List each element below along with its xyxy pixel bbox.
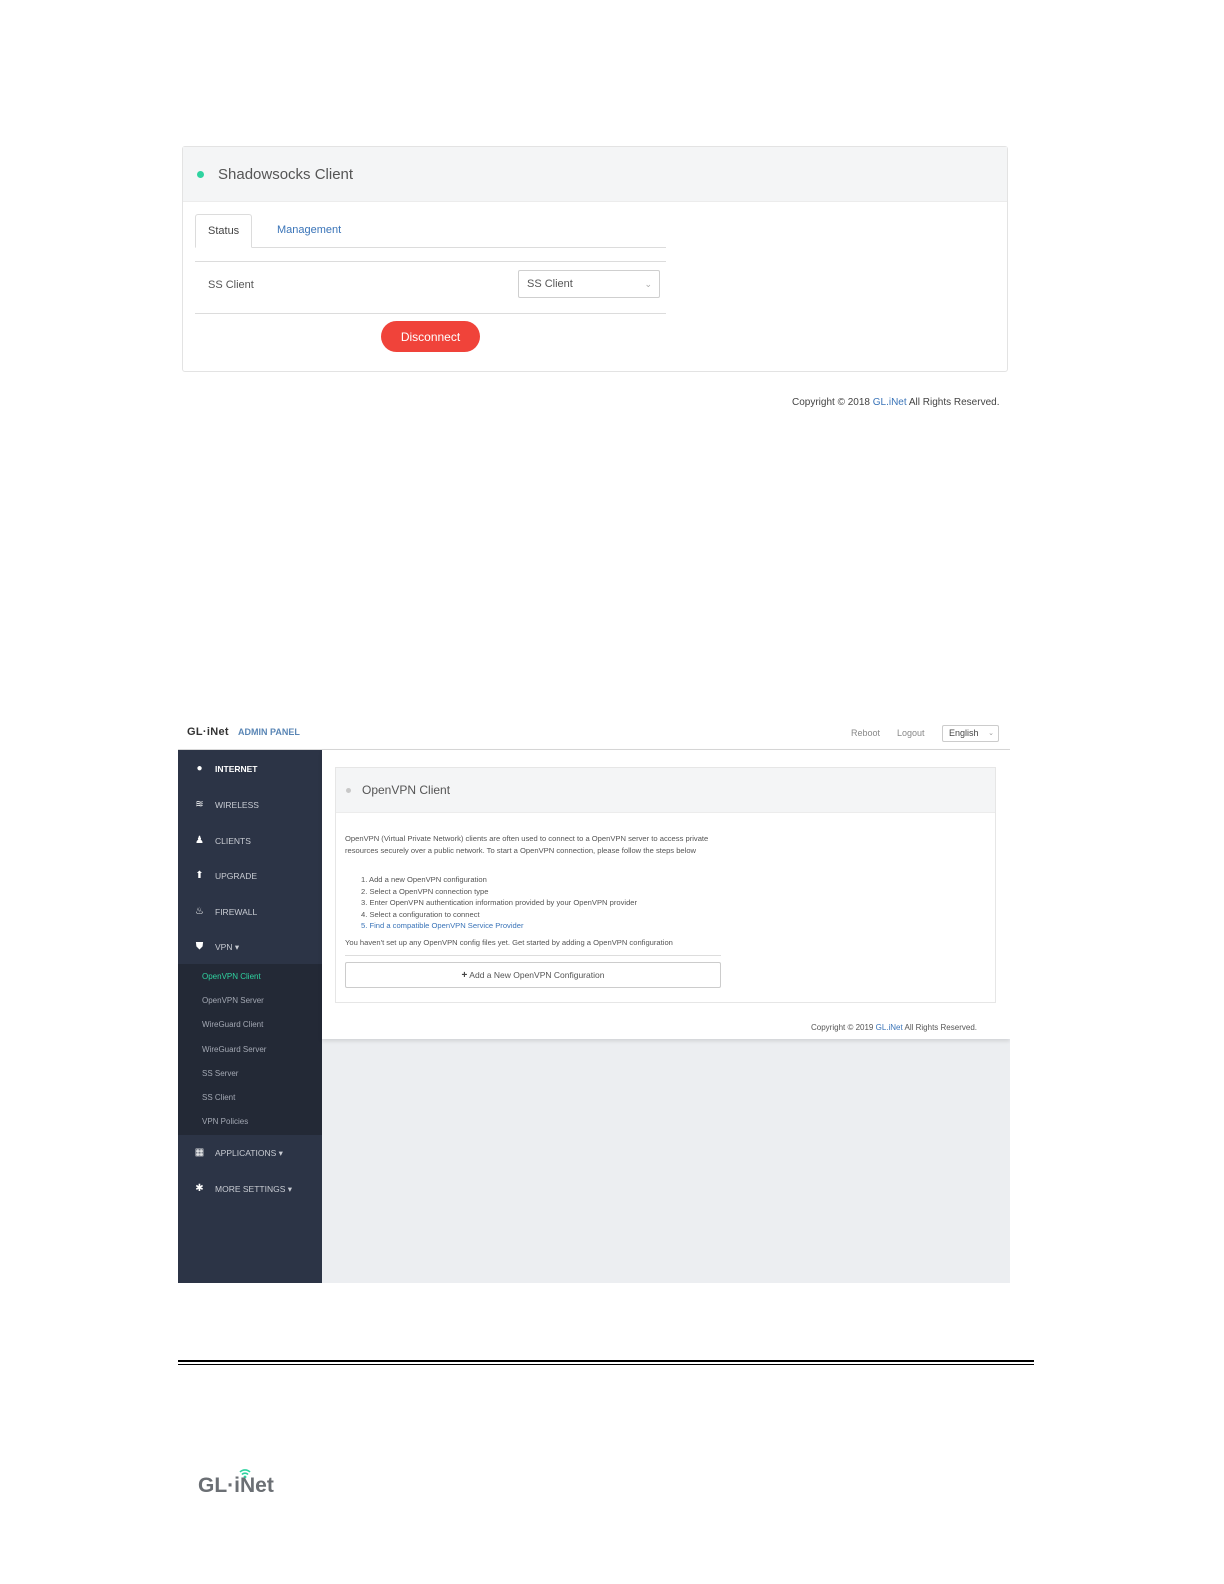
copyright-prefix: Copyright © 2018 [792, 397, 873, 408]
status-dot-icon [197, 170, 204, 178]
step-item: 2. Select a OpenVPN connection type [361, 886, 489, 896]
card-title: Shadowsocks Client [218, 165, 354, 183]
sidebar-item-more-settings[interactable]: ✱ MORE SETTINGS ▾ [178, 1172, 322, 1206]
submenu-vpn-policies[interactable]: VPN Policies [202, 1117, 248, 1126]
submenu-ss-client[interactable]: SS Client [202, 1093, 235, 1102]
disconnect-button[interactable]: Disconnect [381, 321, 480, 352]
ss-client-select[interactable]: SS Client ⌄ [518, 270, 660, 298]
step-item: 1. Add a new OpenVPN configuration [361, 875, 487, 884]
add-button-label: Add a New OpenVPN Configuration [469, 970, 605, 980]
empty-notice: You haven't set up any OpenVPN config fi… [345, 938, 673, 947]
user-icon: ♟ [195, 835, 204, 846]
status-dot-icon [346, 787, 351, 793]
copyright-link[interactable]: GL.iNet [873, 397, 907, 408]
openvpn-client-card: OpenVPN Client OpenVPN (Virtual Private … [335, 767, 996, 1003]
svg-text:GL·iNet: GL·iNet [198, 1474, 274, 1497]
copyright-text: Copyright © 2019 GL.iNet All Rights Rese… [811, 1023, 977, 1032]
reboot-link[interactable]: Reboot [851, 728, 880, 738]
sidebar-item-wireless[interactable]: ≋ WIRELESS [178, 788, 322, 822]
copyright-link[interactable]: GL.iNet [876, 1023, 903, 1032]
card-title: OpenVPN Client [362, 783, 451, 797]
submenu-openvpn-client[interactable]: OpenVPN Client [202, 972, 261, 981]
logout-link[interactable]: Logout [897, 728, 925, 738]
step-item: 4. Select a configuration to connect [361, 909, 480, 919]
sidebar-item-label: UPGRADE [215, 871, 258, 881]
copyright-text: Copyright © 2018 GL.iNet All Rights Rese… [792, 397, 999, 408]
submenu-openvpn-server[interactable]: OpenVPN Server [202, 996, 264, 1005]
submenu-wireguard-client[interactable]: WireGuard Client [202, 1020, 263, 1029]
language-select[interactable]: English ⌄ [942, 725, 999, 742]
card-header: Shadowsocks Client [183, 147, 1007, 202]
submenu-ss-server[interactable]: SS Server [202, 1069, 238, 1078]
shield-icon: ⛊ [195, 941, 204, 952]
sidebar-item-clients[interactable]: ♟ CLIENTS [178, 824, 322, 858]
divider [195, 313, 666, 314]
language-value: English [949, 728, 979, 738]
sidebar-item-applications[interactable]: ▦ APPLICATIONS ▾ [178, 1136, 322, 1170]
sidebar: ● INTERNET ≋ WIRELESS ♟ CLIENTS ⬆ UPGRAD… [178, 750, 322, 1283]
service-provider-link[interactable]: 5. Find a compatible OpenVPN Service Pro… [361, 920, 637, 932]
footer-rule-thin [178, 1364, 1034, 1365]
divider [345, 955, 721, 956]
brand-subtitle: ADMIN PANEL [238, 727, 300, 737]
top-bar: GL·iNet ADMIN PANEL Reboot Logout Englis… [178, 716, 1010, 750]
sidebar-item-label: WIRELESS [215, 800, 259, 810]
grid-icon: ▦ [194, 1147, 205, 1158]
sidebar-item-label: FIREWALL [215, 907, 258, 917]
shadowsocks-client-card: Shadowsocks Client Status Management SS … [182, 146, 1008, 372]
divider [195, 261, 666, 262]
copyright-prefix: Copyright © 2019 [811, 1023, 876, 1032]
tab-bar: Status Management [195, 214, 666, 248]
upgrade-icon: ⬆ [195, 870, 204, 881]
sidebar-item-upgrade[interactable]: ⬆ UPGRADE [178, 859, 322, 893]
sidebar-item-internet[interactable]: ● INTERNET [178, 752, 322, 786]
sidebar-item-label: CLIENTS [215, 836, 251, 846]
select-value: SS Client [527, 278, 573, 290]
submenu-wireguard-server[interactable]: WireGuard Server [202, 1045, 266, 1054]
ss-client-label: SS Client [208, 279, 254, 291]
copyright-suffix: All Rights Reserved. [902, 1023, 977, 1032]
sidebar-item-label: VPN ▾ [215, 942, 240, 952]
add-openvpn-config-button[interactable]: + Add a New OpenVPN Configuration [345, 962, 721, 988]
globe-icon: ● [196, 763, 203, 774]
copyright-suffix: All Rights Reserved. [906, 397, 1000, 408]
footer-rule [178, 1360, 1034, 1362]
wifi-icon: ≋ [195, 799, 204, 810]
sidebar-item-label: APPLICATIONS ▾ [215, 1148, 283, 1158]
content-area: OpenVPN Client OpenVPN (Virtual Private … [322, 750, 1010, 1039]
step-item: 3. Enter OpenVPN authentication informat… [361, 898, 638, 908]
gear-icon: ✱ [195, 1183, 204, 1194]
steps-list: 1. Add a new OpenVPN configuration 2. Se… [361, 874, 637, 932]
gl-inet-logo-icon: GL·iNet [198, 1469, 274, 1497]
main-content: OpenVPN Client OpenVPN (Virtual Private … [322, 750, 1010, 1283]
vpn-submenu: OpenVPN Client OpenVPN Server WireGuard … [178, 964, 322, 1135]
admin-panel-screenshot: GL·iNet ADMIN PANEL Reboot Logout Englis… [178, 716, 1010, 1283]
sidebar-item-label: MORE SETTINGS ▾ [215, 1184, 292, 1194]
sidebar-item-firewall[interactable]: ♨ FIREWALL [178, 895, 322, 929]
firewall-icon: ♨ [195, 906, 204, 917]
plus-icon: + [461, 970, 468, 981]
card-header: OpenVPN Client [336, 768, 995, 813]
intro-text: OpenVPN (Virtual Private Network) client… [345, 834, 709, 855]
sidebar-item-vpn[interactable]: ⛊ VPN ▾ [178, 930, 322, 964]
tab-status[interactable]: Status [195, 214, 253, 248]
tab-management[interactable]: Management [265, 214, 353, 246]
brand-logo: GL·iNet [187, 726, 229, 738]
chevron-down-icon: ⌄ [988, 730, 994, 737]
chevron-down-icon: ⌄ [644, 279, 652, 289]
sidebar-item-label: INTERNET [215, 764, 258, 774]
